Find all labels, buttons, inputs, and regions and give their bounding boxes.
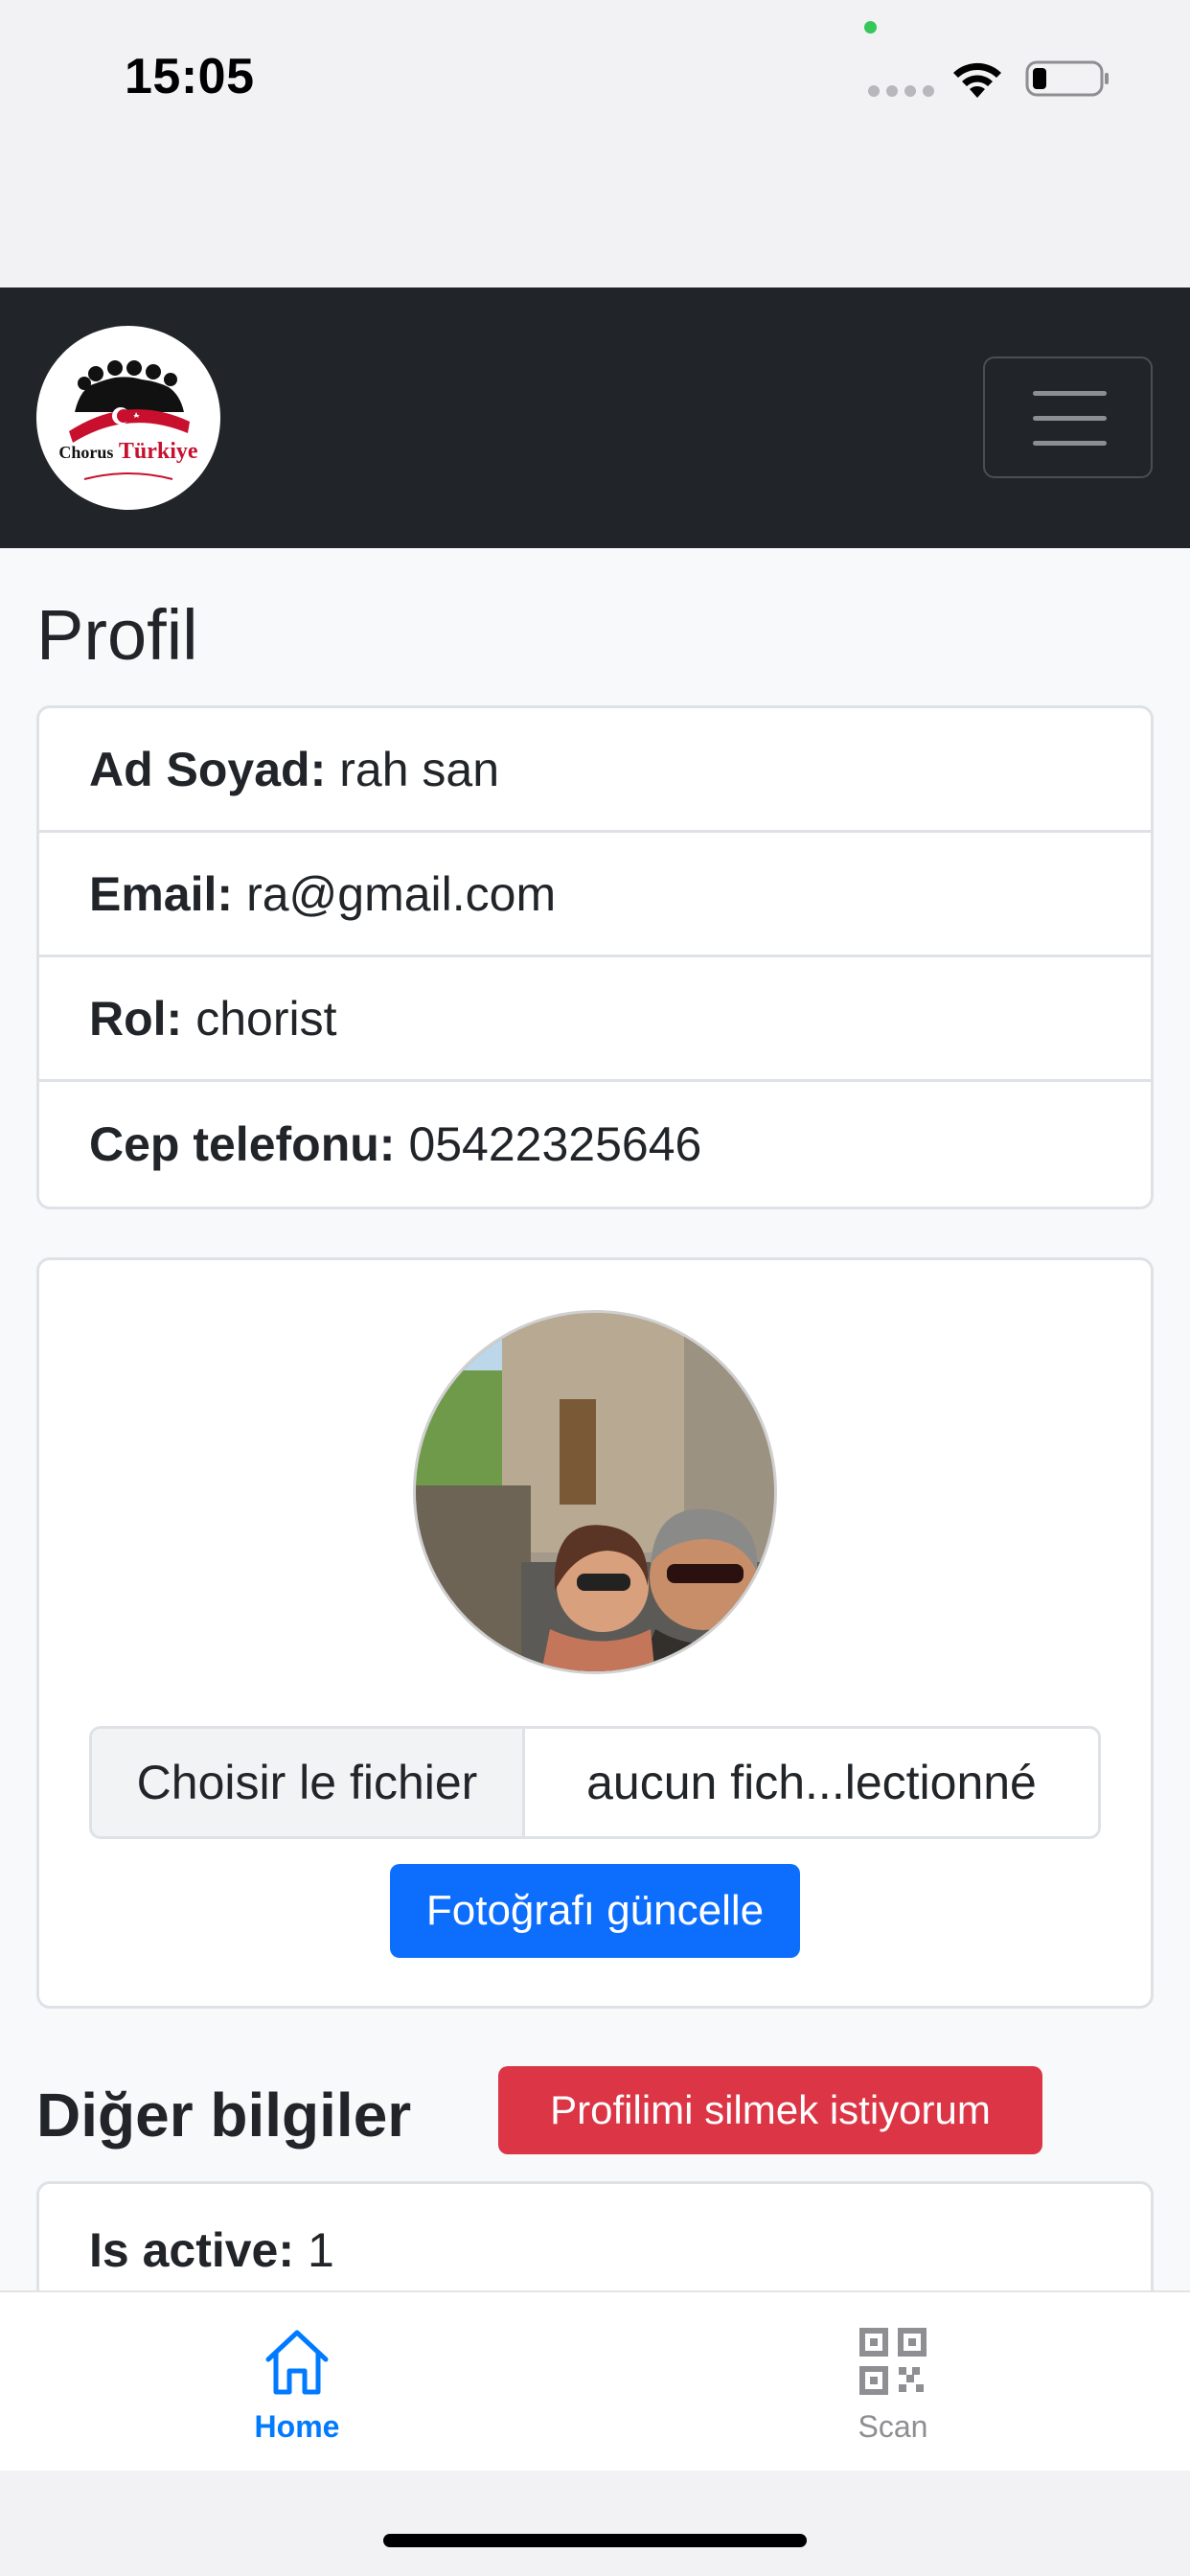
profile-phone-value: 05422325646 — [408, 1117, 702, 1171]
hamburger-icon-line — [1033, 391, 1107, 396]
file-input[interactable]: Choisir le fichier aucun fich...lectionn… — [89, 1726, 1101, 1839]
hamburger-icon-line — [1033, 441, 1107, 446]
profile-photo-image — [416, 1313, 774, 1671]
bottom-tab-bar: Home Scan — [0, 2290, 1190, 2471]
profile-avatar — [413, 1310, 777, 1674]
is-active-label: Is active: — [89, 2223, 295, 2277]
battery-icon — [1025, 60, 1109, 97]
wifi-icon — [953, 62, 1001, 98]
profile-name-label: Ad Soyad: — [89, 742, 327, 796]
chorus-turkiye-logo[interactable]: Chorus Türkiye — [36, 326, 220, 510]
profile-email-value: ra@gmail.com — [246, 866, 557, 921]
profile-name-row: Ad Soyad: rah san — [39, 708, 1151, 833]
tab-home-label: Home — [254, 2409, 340, 2444]
profile-role-value: chorist — [195, 991, 337, 1046]
hamburger-menu-button[interactable] — [983, 356, 1153, 478]
is-active-row: Is active: 1 — [89, 2222, 334, 2278]
home-icon — [265, 2330, 329, 2395]
logo-text: Chorus Türkiye — [36, 439, 220, 465]
home-indicator — [383, 2534, 807, 2547]
profile-info-list: Ad Soyad: rah san Email: ra@gmail.com Ro… — [36, 705, 1154, 1209]
logo-text-chorus: Chorus — [58, 443, 114, 462]
tab-scan-label: Scan — [858, 2409, 928, 2444]
status-time: 15:05 — [125, 49, 255, 104]
choose-file-button[interactable]: Choisir le fichier — [92, 1729, 525, 1836]
status-bar: 15:05 — [0, 0, 1190, 288]
delete-profile-button[interactable]: Profilimi silmek istiyorum — [498, 2066, 1042, 2154]
profile-role-label: Rol: — [89, 991, 183, 1046]
update-photo-button[interactable]: Fotoğrafı güncelle — [390, 1864, 800, 1958]
hamburger-icon-line — [1033, 416, 1107, 421]
is-active-value: 1 — [308, 2223, 334, 2277]
tab-home[interactable]: Home — [153, 2292, 441, 2472]
camera-indicator-dot — [864, 21, 877, 34]
profile-phone-row: Cep telefonu: 05422325646 — [39, 1082, 1151, 1207]
selected-file-name: aucun fich...lectionné — [586, 1756, 1037, 1809]
profile-email-label: Email: — [89, 866, 234, 921]
other-info-title: Diğer bilgiler — [36, 2081, 412, 2150]
safe-area-bottom — [0, 2471, 1190, 2576]
profile-phone-label: Cep telefonu: — [89, 1117, 396, 1171]
profile-role-row: Rol: chorist — [39, 957, 1151, 1082]
profile-photo-card: Choisir le fichier aucun fich...lectionn… — [36, 1257, 1154, 2009]
profile-email-row: Email: ra@gmail.com — [39, 833, 1151, 957]
cellular-signal-icon — [868, 85, 934, 97]
qr-code-icon — [859, 2328, 927, 2395]
profile-name-value: rah san — [339, 742, 500, 796]
logo-text-turkiye: Türkiye — [118, 439, 198, 464]
choir-silhouette-icon — [69, 360, 190, 480]
page-title: Profil — [36, 595, 198, 675]
tab-scan[interactable]: Scan — [749, 2292, 1037, 2472]
